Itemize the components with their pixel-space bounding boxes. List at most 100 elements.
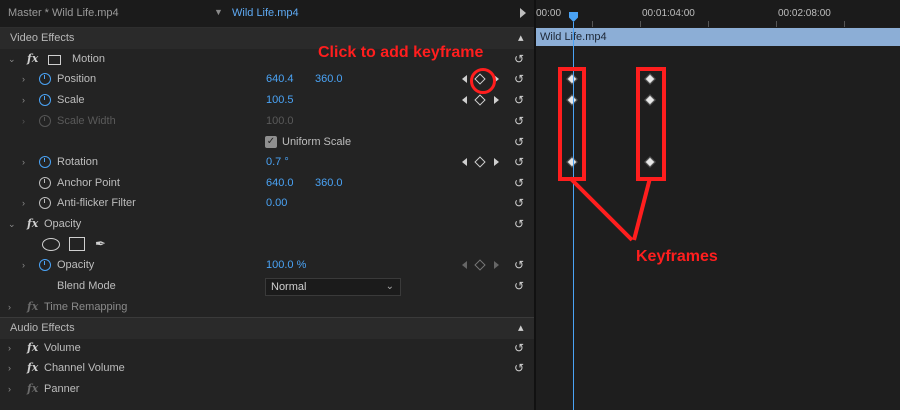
stopwatch-icon[interactable] xyxy=(39,177,51,189)
previous-keyframe-icon[interactable] xyxy=(462,96,467,104)
ellipse-mask-icon[interactable] xyxy=(42,238,60,251)
time-remapping-label: Time Remapping xyxy=(44,301,128,313)
collapse-icon[interactable]: ▴ xyxy=(518,321,532,335)
opacity-label: Opacity xyxy=(57,259,95,271)
reset-icon[interactable]: ↺ xyxy=(514,341,528,355)
add-keyframe-icon[interactable] xyxy=(474,94,486,106)
scale-width-label: Scale Width xyxy=(57,115,116,127)
stopwatch-icon[interactable] xyxy=(39,156,51,168)
annotation-circle xyxy=(470,68,496,94)
active-clip-label[interactable]: Wild Life.mp4 xyxy=(232,7,299,19)
stopwatch-icon[interactable] xyxy=(39,197,51,209)
fx-icon[interactable]: fx xyxy=(27,300,38,313)
reset-icon[interactable]: ↺ xyxy=(514,217,528,231)
blend-mode-value: Normal xyxy=(271,281,307,293)
blend-mode-row: Blend Mode Normal ⌄ ↺ xyxy=(0,276,534,297)
reset-icon[interactable]: ↺ xyxy=(514,279,528,293)
timecode-tick: 00:02:08:00 xyxy=(778,8,831,19)
expand-chevron-icon[interactable]: › xyxy=(22,198,25,208)
expand-chevron-icon[interactable]: › xyxy=(8,384,11,394)
keyframes-annotation: Keyframes xyxy=(636,248,718,265)
stopwatch-icon[interactable] xyxy=(39,94,51,106)
next-keyframe-icon[interactable] xyxy=(494,158,499,166)
audio-effects-title: Audio Effects xyxy=(10,322,75,334)
anti-flicker-label: Anti-flicker Filter xyxy=(57,197,136,209)
annotation-arrow xyxy=(568,176,634,242)
reset-icon[interactable]: ↺ xyxy=(514,196,528,210)
previous-keyframe-icon[interactable] xyxy=(462,261,467,269)
ruler-tick-mark xyxy=(844,21,845,27)
reset-icon[interactable]: ↺ xyxy=(514,176,528,190)
rotation-value[interactable]: 0.7 ° xyxy=(266,156,289,168)
expand-chevron-icon[interactable]: › xyxy=(22,74,25,84)
rotation-property-row: › Rotation 0.7 ° ↺ xyxy=(0,152,534,173)
annotation-box xyxy=(636,67,666,181)
uniform-scale-label[interactable]: Uniform Scale xyxy=(282,136,351,148)
position-property-row: › Position 640.4 360.0 ↺ xyxy=(0,69,534,90)
previous-keyframe-icon[interactable] xyxy=(462,75,467,83)
reset-icon[interactable]: ↺ xyxy=(514,155,528,169)
expand-chevron-icon[interactable]: ⌄ xyxy=(8,219,16,230)
fx-icon[interactable]: fx xyxy=(27,382,38,395)
anti-flicker-value[interactable]: 0.00 xyxy=(266,197,287,209)
add-keyframe-icon[interactable] xyxy=(474,156,486,168)
play-triangle-icon[interactable] xyxy=(520,8,526,18)
premiere-effect-controls: Master * Wild Life.mp4 ▼ Wild Life.mp4 V… xyxy=(0,0,900,410)
next-keyframe-icon[interactable] xyxy=(494,96,499,104)
time-ruler[interactable]: 00:00 00:01:04:00 00:02:08:00 xyxy=(536,0,900,27)
opacity-effect-label: Opacity xyxy=(44,218,82,230)
master-clip-label[interactable]: Master * Wild Life.mp4 xyxy=(8,7,119,19)
add-keyframe-annotation: Click to add keyframe xyxy=(318,44,484,61)
reset-icon[interactable]: ↺ xyxy=(514,135,528,149)
blend-mode-label: Blend Mode xyxy=(57,280,116,292)
expand-chevron-icon[interactable]: ⌄ xyxy=(8,54,16,65)
clip-bar[interactable]: Wild Life.mp4 xyxy=(536,28,900,46)
anchor-y-value[interactable]: 360.0 xyxy=(315,177,343,189)
pen-mask-icon[interactable]: ✒ xyxy=(95,236,106,252)
scale-value[interactable]: 100.5 xyxy=(266,94,294,106)
time-remapping-row[interactable]: › fx Time Remapping xyxy=(0,297,534,318)
blend-mode-dropdown[interactable]: Normal ⌄ xyxy=(265,278,401,296)
fx-icon[interactable]: fx xyxy=(27,217,38,230)
motion-transform-icon[interactable] xyxy=(48,55,61,65)
expand-chevron-icon[interactable]: › xyxy=(8,363,11,373)
fx-icon[interactable]: fx xyxy=(27,52,38,65)
expand-chevron-icon[interactable]: › xyxy=(8,302,11,312)
opacity-effect-row[interactable]: ⌄ fx Opacity ↺ xyxy=(0,214,534,235)
reset-icon[interactable]: ↺ xyxy=(514,72,528,86)
channel-volume-label: Channel Volume xyxy=(44,362,125,374)
chevron-down-icon[interactable]: ▼ xyxy=(214,7,223,17)
opacity-value[interactable]: 100.0 % xyxy=(266,259,306,271)
next-keyframe-icon[interactable] xyxy=(494,261,499,269)
position-y-value[interactable]: 360.0 xyxy=(315,73,343,85)
previous-keyframe-icon[interactable] xyxy=(462,158,467,166)
reset-icon[interactable]: ↺ xyxy=(514,258,528,272)
channel-volume-effect-row[interactable]: › fx Channel Volume ↺ xyxy=(0,358,534,379)
add-keyframe-icon[interactable] xyxy=(474,259,486,271)
uniform-scale-checkbox[interactable]: ✓ xyxy=(265,136,277,148)
stopwatch-icon[interactable] xyxy=(39,73,51,85)
chevron-down-icon: ⌄ xyxy=(385,281,394,292)
expand-chevron-icon[interactable]: › xyxy=(8,343,11,353)
position-x-value[interactable]: 640.4 xyxy=(266,73,294,85)
reset-icon[interactable]: ↺ xyxy=(514,52,528,66)
annotation-arrows xyxy=(568,176,652,242)
fx-icon[interactable]: fx xyxy=(27,361,38,374)
rectangle-mask-icon[interactable] xyxy=(69,237,85,251)
stopwatch-icon xyxy=(39,115,51,127)
ruler-tick-mark xyxy=(708,21,709,27)
expand-chevron-icon[interactable]: › xyxy=(22,260,25,270)
reset-icon[interactable]: ↺ xyxy=(514,93,528,107)
anchor-x-value[interactable]: 640.0 xyxy=(266,177,294,189)
panner-effect-row[interactable]: › fx Panner xyxy=(0,379,534,400)
expand-chevron-icon[interactable]: › xyxy=(22,95,25,105)
reset-icon[interactable]: ↺ xyxy=(514,114,528,128)
collapse-icon[interactable]: ▴ xyxy=(518,31,532,45)
expand-chevron-icon[interactable]: › xyxy=(22,157,25,167)
ruler-tick-mark xyxy=(640,21,641,27)
reset-icon[interactable]: ↺ xyxy=(514,361,528,375)
ruler-tick-mark xyxy=(592,21,593,27)
fx-icon[interactable]: fx xyxy=(27,341,38,354)
stopwatch-icon[interactable] xyxy=(39,259,51,271)
volume-effect-row[interactable]: › fx Volume ↺ xyxy=(0,338,534,359)
